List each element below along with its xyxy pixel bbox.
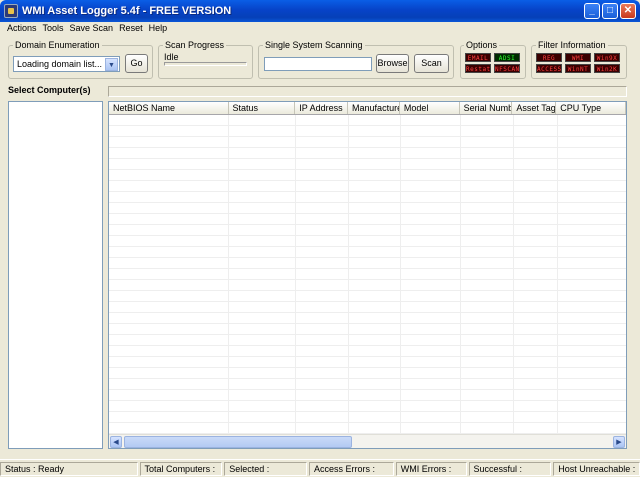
column-header-ip-address[interactable]: IP Address — [295, 102, 349, 114]
options-group — [460, 45, 526, 79]
app-icon — [4, 4, 18, 18]
status-selected: Selected : — [224, 462, 308, 476]
scroll-thumb[interactable] — [124, 436, 352, 448]
option-email-indicator[interactable]: EMAIL — [465, 53, 491, 62]
menu-bar: Actions Tools Save Scan Reset Help — [0, 22, 640, 36]
scan-info-bar — [108, 86, 627, 97]
filter-win9x-indicator[interactable]: Win9X — [594, 53, 620, 62]
system-name-input[interactable] — [264, 57, 372, 71]
menu-reset[interactable]: Reset — [116, 22, 146, 36]
go-button[interactable]: Go — [125, 54, 148, 73]
select-computers-heading: Select Computer(s) — [8, 85, 91, 95]
filter-wmi-indicator[interactable]: WMI — [565, 53, 591, 62]
status-wmi-errors: WMI Errors : — [395, 462, 467, 476]
grid-col-line — [460, 115, 461, 448]
computer-list[interactable] — [8, 101, 103, 449]
status-ready: Status : Ready — [0, 462, 138, 476]
menu-save-scan[interactable]: Save Scan — [67, 22, 117, 36]
status-bar: Status : Ready Total Computers : Selecte… — [0, 459, 640, 477]
column-header-asset-tag[interactable]: Asset Tag — [512, 102, 557, 114]
domain-select[interactable]: Loading domain list... ▼ — [13, 56, 120, 72]
maximize-button[interactable]: □ — [602, 3, 618, 19]
window-title: WMI Asset Logger 5.4f - FREE VERSION — [22, 5, 232, 17]
option-nfscan-indicator[interactable]: NFSCAN — [494, 64, 520, 73]
status-host-unreachable: Host Unreachable : — [553, 462, 640, 476]
filter-information-label: Filter Information — [536, 40, 608, 50]
horizontal-scrollbar[interactable]: ◀ ▶ — [109, 434, 626, 448]
menu-help[interactable]: Help — [146, 22, 171, 36]
column-header-model[interactable]: Model — [400, 102, 460, 114]
scan-progress-bar — [164, 62, 247, 66]
option-adsi-indicator[interactable]: ADSI — [494, 53, 520, 62]
column-header-status[interactable]: Status — [229, 102, 296, 114]
scan-progress-label: Scan Progress — [163, 40, 227, 50]
single-system-label: Single System Scanning — [263, 40, 365, 50]
domain-select-value: Loading domain list... — [17, 59, 103, 69]
filter-winnt-indicator[interactable]: WinNT — [565, 64, 591, 73]
status-successful: Successful : — [468, 462, 552, 476]
scroll-left-arrow-icon[interactable]: ◀ — [110, 436, 122, 448]
column-header-serial-number[interactable]: Serial Number — [460, 102, 513, 114]
column-header-manufacturer[interactable]: Manufacturer — [348, 102, 400, 114]
filter-information-group — [531, 45, 627, 79]
menu-tools[interactable]: Tools — [40, 22, 67, 36]
option-restat-indicator[interactable]: Restat — [465, 64, 491, 73]
grid-col-line — [400, 115, 401, 448]
column-header-netbios-name[interactable]: NetBIOS Name — [109, 102, 229, 114]
status-access-errors: Access Errors : — [309, 462, 394, 476]
grid-col-line — [557, 115, 558, 448]
grid-col-line — [513, 115, 514, 448]
scan-status-text: Idle — [164, 52, 179, 62]
scan-button[interactable]: Scan — [414, 54, 449, 73]
minimize-button[interactable]: _ — [584, 3, 600, 19]
menu-actions[interactable]: Actions — [4, 22, 40, 36]
filter-access-indicator[interactable]: ACCESS — [536, 64, 562, 73]
browse-button[interactable]: Browse — [376, 54, 409, 73]
status-total-computers: Total Computers : — [139, 462, 223, 476]
close-button[interactable]: ✕ — [620, 3, 636, 19]
domain-enumeration-label: Domain Enumeration — [13, 40, 102, 50]
options-label: Options — [464, 40, 500, 50]
grid-rows — [109, 115, 626, 448]
grid-col-line — [228, 115, 229, 448]
grid-header: NetBIOS Name Status IP Address Manufactu… — [109, 102, 626, 115]
grid-col-line — [295, 115, 296, 448]
chevron-down-icon[interactable]: ▼ — [105, 58, 118, 71]
column-header-cpu-type[interactable]: CPU Type — [556, 102, 626, 114]
results-grid[interactable]: NetBIOS Name Status IP Address Manufactu… — [108, 101, 627, 449]
scroll-right-arrow-icon[interactable]: ▶ — [613, 436, 625, 448]
filter-reg-indicator[interactable]: REG — [536, 53, 562, 62]
filter-win2k-indicator[interactable]: Win2K — [594, 64, 620, 73]
grid-col-line — [348, 115, 349, 448]
